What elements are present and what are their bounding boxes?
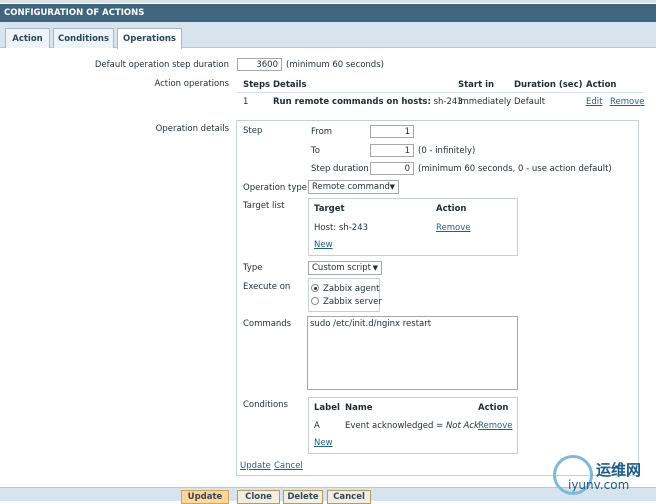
default-duration-input[interactable] — [237, 58, 282, 71]
operation-type-select[interactable]: Remote command ▼ — [308, 180, 399, 194]
condition-name: Event acknowledged = Not Ack — [345, 421, 479, 431]
zabbix-agent-radio[interactable] — [311, 284, 319, 292]
target-list-label: Target list — [243, 201, 285, 211]
type-label: Type — [243, 263, 263, 273]
watermark-en: iyunv.com — [568, 478, 630, 492]
step-to-hint: (0 - infinitely) — [418, 146, 476, 156]
step-duration-label: Step duration — [311, 164, 369, 174]
col-steps: Steps — [243, 80, 271, 90]
operation-step: 1 — [243, 97, 249, 107]
zabbix-server-radio[interactable] — [311, 297, 319, 305]
tab-action[interactable]: Action — [5, 28, 50, 48]
tab-conditions[interactable]: Conditions — [53, 28, 114, 48]
remove-condition-link[interactable]: Remove — [478, 421, 513, 431]
tab-operations[interactable]: Operations — [117, 28, 182, 49]
condition-name-prefix: Event acknowledged = — [345, 421, 446, 431]
commands-textarea[interactable]: sudo /etc/init.d/nginx restart — [307, 316, 518, 390]
col-duration: Duration (sec) — [514, 80, 583, 90]
operation-duration: Default — [514, 97, 546, 107]
step-from-input[interactable] — [370, 125, 414, 138]
edit-operation-link[interactable]: Edit — [586, 97, 602, 107]
step-duration-input[interactable] — [370, 162, 414, 175]
remove-operation-link[interactable]: Remove — [610, 97, 645, 107]
page-header: CONFIGURATION OF ACTIONS — [0, 4, 656, 22]
clone-button[interactable]: Clone — [237, 490, 280, 504]
operation-details-command: Run remote commands on hosts: — [273, 97, 431, 107]
execute-on-label: Execute on — [243, 282, 291, 292]
step-duration-hint: (minimum 60 seconds, 0 - use action defa… — [418, 164, 612, 174]
remove-target-link[interactable]: Remove — [436, 223, 471, 233]
condition-col-label: Label — [314, 403, 340, 413]
cancel-button[interactable]: Cancel — [327, 490, 371, 504]
new-condition-link[interactable]: New — [314, 438, 333, 448]
condition-col-action: Action — [478, 403, 509, 413]
target-host: Host: sh-243 — [314, 223, 369, 233]
chevron-down-icon: ▼ — [372, 264, 378, 272]
default-duration-label: Default operation step duration — [94, 60, 229, 70]
zabbix-server-label: Zabbix server — [323, 297, 382, 307]
commands-label: Commands — [243, 319, 292, 329]
top-strip — [0, 0, 656, 3]
table-divider — [237, 92, 643, 93]
step-to-input[interactable] — [370, 144, 414, 157]
new-target-link[interactable]: New — [314, 240, 333, 250]
delete-button[interactable]: Delete — [283, 490, 323, 504]
conditions-label: Conditions — [243, 400, 288, 410]
condition-name-value: Not Ack — [445, 421, 479, 431]
condition-label: A — [314, 421, 320, 431]
condition-col-name: Name — [345, 403, 373, 413]
step-to-label: To — [311, 146, 320, 156]
update-button[interactable]: Update — [181, 490, 229, 504]
step-from-label: From — [311, 127, 333, 137]
update-operation-link[interactable]: Update — [240, 461, 271, 471]
col-action: Action — [586, 80, 617, 90]
col-start-in: Start in — [458, 80, 495, 90]
target-col-action: Action — [436, 204, 467, 214]
type-value: Custom script — [312, 263, 371, 273]
col-details: Details — [273, 80, 307, 90]
step-label: Step — [243, 126, 263, 136]
operation-type-label: Operation type — [243, 183, 307, 193]
cancel-operation-link[interactable]: Cancel — [274, 461, 303, 471]
chevron-down-icon: ▼ — [389, 183, 395, 191]
operation-start-in: Immediately — [458, 97, 512, 107]
operation-details-label: Operation details — [155, 124, 229, 134]
target-col-target: Target — [314, 204, 345, 214]
operation-details: Run remote commands on hosts: sh-243 — [273, 97, 463, 107]
zabbix-agent-label: Zabbix agent — [323, 284, 380, 294]
action-operations-label: Action operations — [154, 79, 229, 89]
operation-type-value: Remote command — [312, 182, 390, 192]
type-select[interactable]: Custom script ▼ — [308, 261, 382, 275]
default-duration-hint: (minimum 60 seconds) — [286, 60, 384, 70]
watermark-cn: 运维网 — [596, 461, 642, 479]
